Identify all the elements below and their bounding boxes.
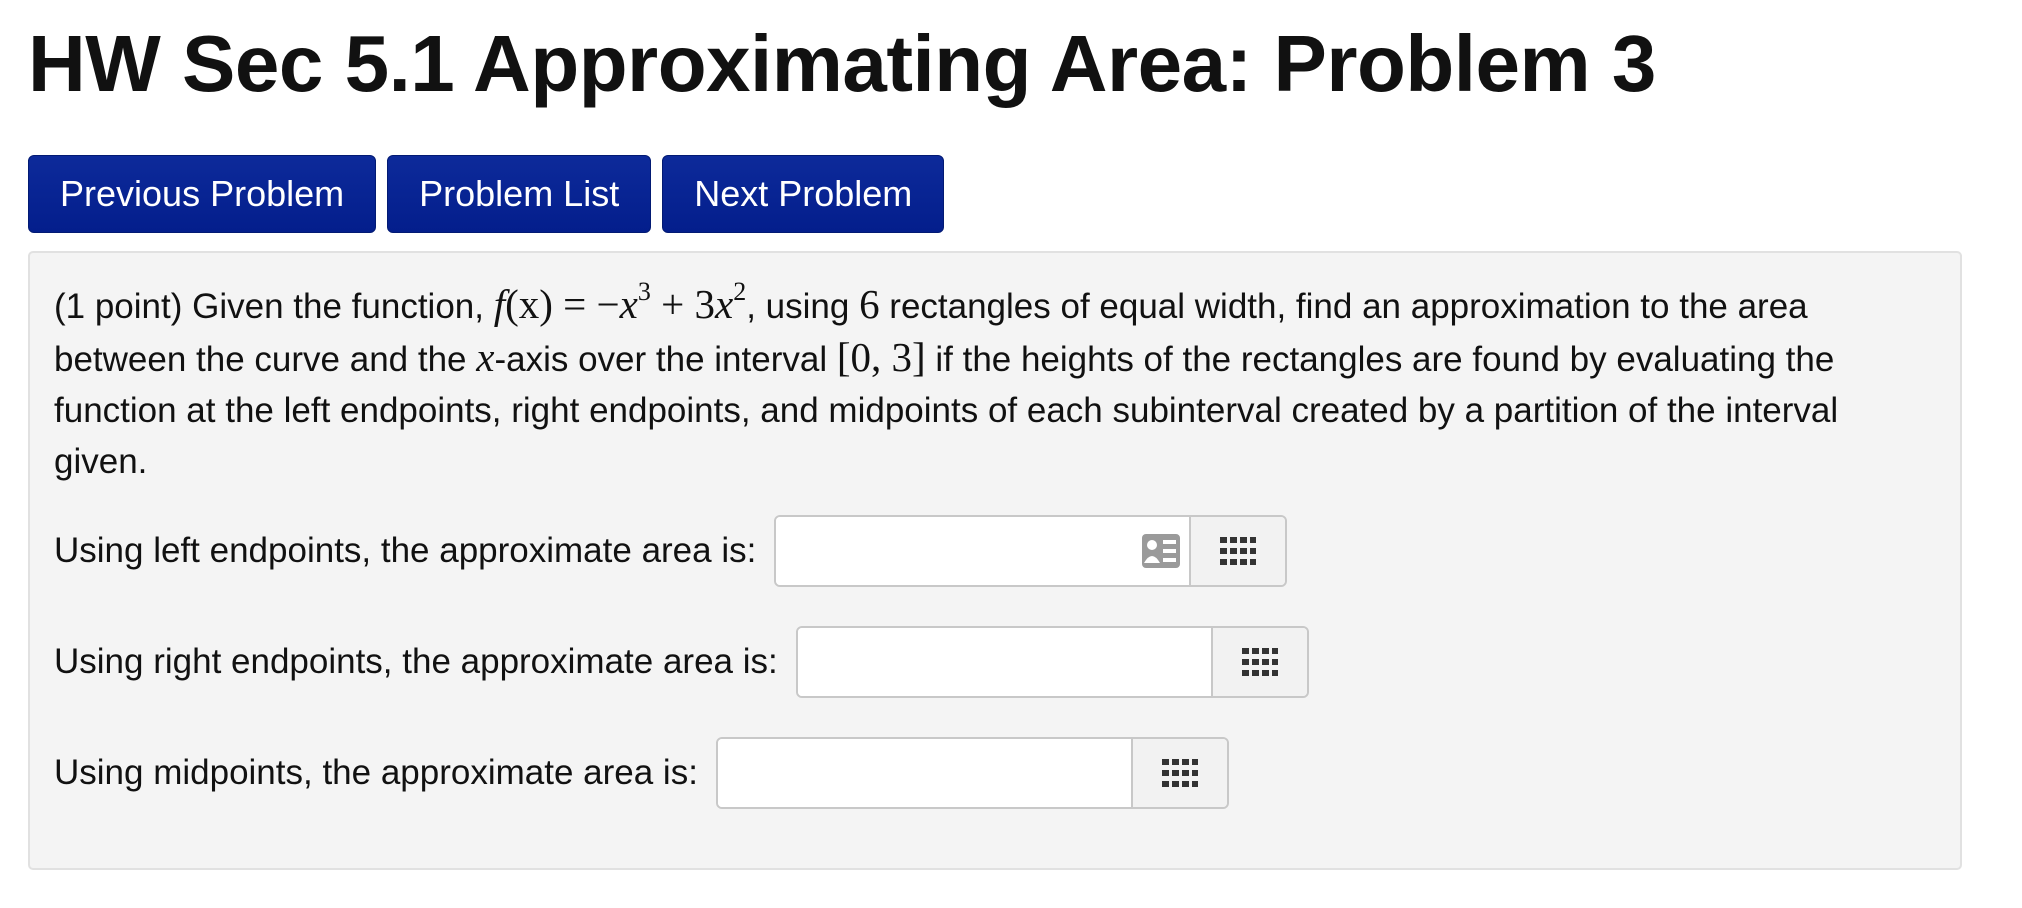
next-problem-button[interactable]: Next Problem	[662, 155, 945, 233]
answer-field-left	[774, 515, 1288, 587]
keypad-grid-icon	[1220, 537, 1257, 565]
math-var: x	[619, 281, 638, 327]
axis-variable: x	[476, 334, 494, 380]
problem-list-button[interactable]: Problem List	[387, 155, 652, 233]
problem-panel: (1 point) Given the function, f(x) = −x3…	[28, 251, 1962, 870]
math-term: + 3	[650, 281, 715, 327]
function-arg: (x)	[505, 281, 553, 327]
math-exponent: 3	[637, 277, 651, 306]
math-var: x	[715, 281, 734, 327]
keypad-button-mid[interactable]	[1130, 739, 1227, 807]
answer-row-left: Using left endpoints, the approximate ar…	[54, 515, 1288, 587]
function-name: f	[493, 281, 506, 327]
keypad-grid-icon	[1161, 759, 1198, 787]
function-expression: f(x) = −x3 + 3x2	[493, 279, 747, 328]
page-title: HW Sec 5.1 Approximating Area: Problem 3	[28, 19, 1656, 108]
keypad-grid-icon	[1241, 648, 1278, 676]
answer-label-left: Using left endpoints, the approximate ar…	[54, 531, 757, 570]
math-equals: = −	[552, 281, 620, 327]
statement-text: Given the function,	[182, 287, 494, 326]
problem-points: (1 point)	[54, 287, 183, 326]
math-exponent: 2	[733, 277, 747, 306]
answer-input-right[interactable]	[797, 628, 1211, 696]
answer-row-right: Using right endpoints, the approximate a…	[54, 626, 1309, 698]
answer-row-mid: Using midpoints, the approximate area is…	[54, 737, 1229, 809]
rectangle-count: 6	[859, 281, 880, 327]
keypad-button-right[interactable]	[1210, 628, 1307, 696]
statement-text: -axis over the interval	[494, 340, 837, 379]
keypad-button-left[interactable]	[1189, 517, 1286, 585]
answer-input-wrap	[776, 517, 1190, 585]
statement-text: , using	[746, 287, 860, 326]
answer-input-left[interactable]	[776, 517, 1190, 585]
interval: [0, 3]	[836, 334, 926, 380]
answer-field-right	[795, 626, 1309, 698]
problem-nav: Previous Problem Problem List Next Probl…	[28, 155, 945, 233]
answer-label-mid: Using midpoints, the approximate area is…	[54, 753, 698, 792]
previous-problem-button[interactable]: Previous Problem	[28, 155, 377, 233]
answer-field-mid	[715, 737, 1229, 809]
contact-card-icon[interactable]	[1141, 533, 1181, 569]
answer-input-mid[interactable]	[717, 739, 1131, 807]
math-var: x	[476, 334, 495, 380]
answer-label-right: Using right endpoints, the approximate a…	[54, 642, 778, 681]
problem-statement: (1 point) Given the function, f(x) = −x3…	[54, 279, 1934, 487]
